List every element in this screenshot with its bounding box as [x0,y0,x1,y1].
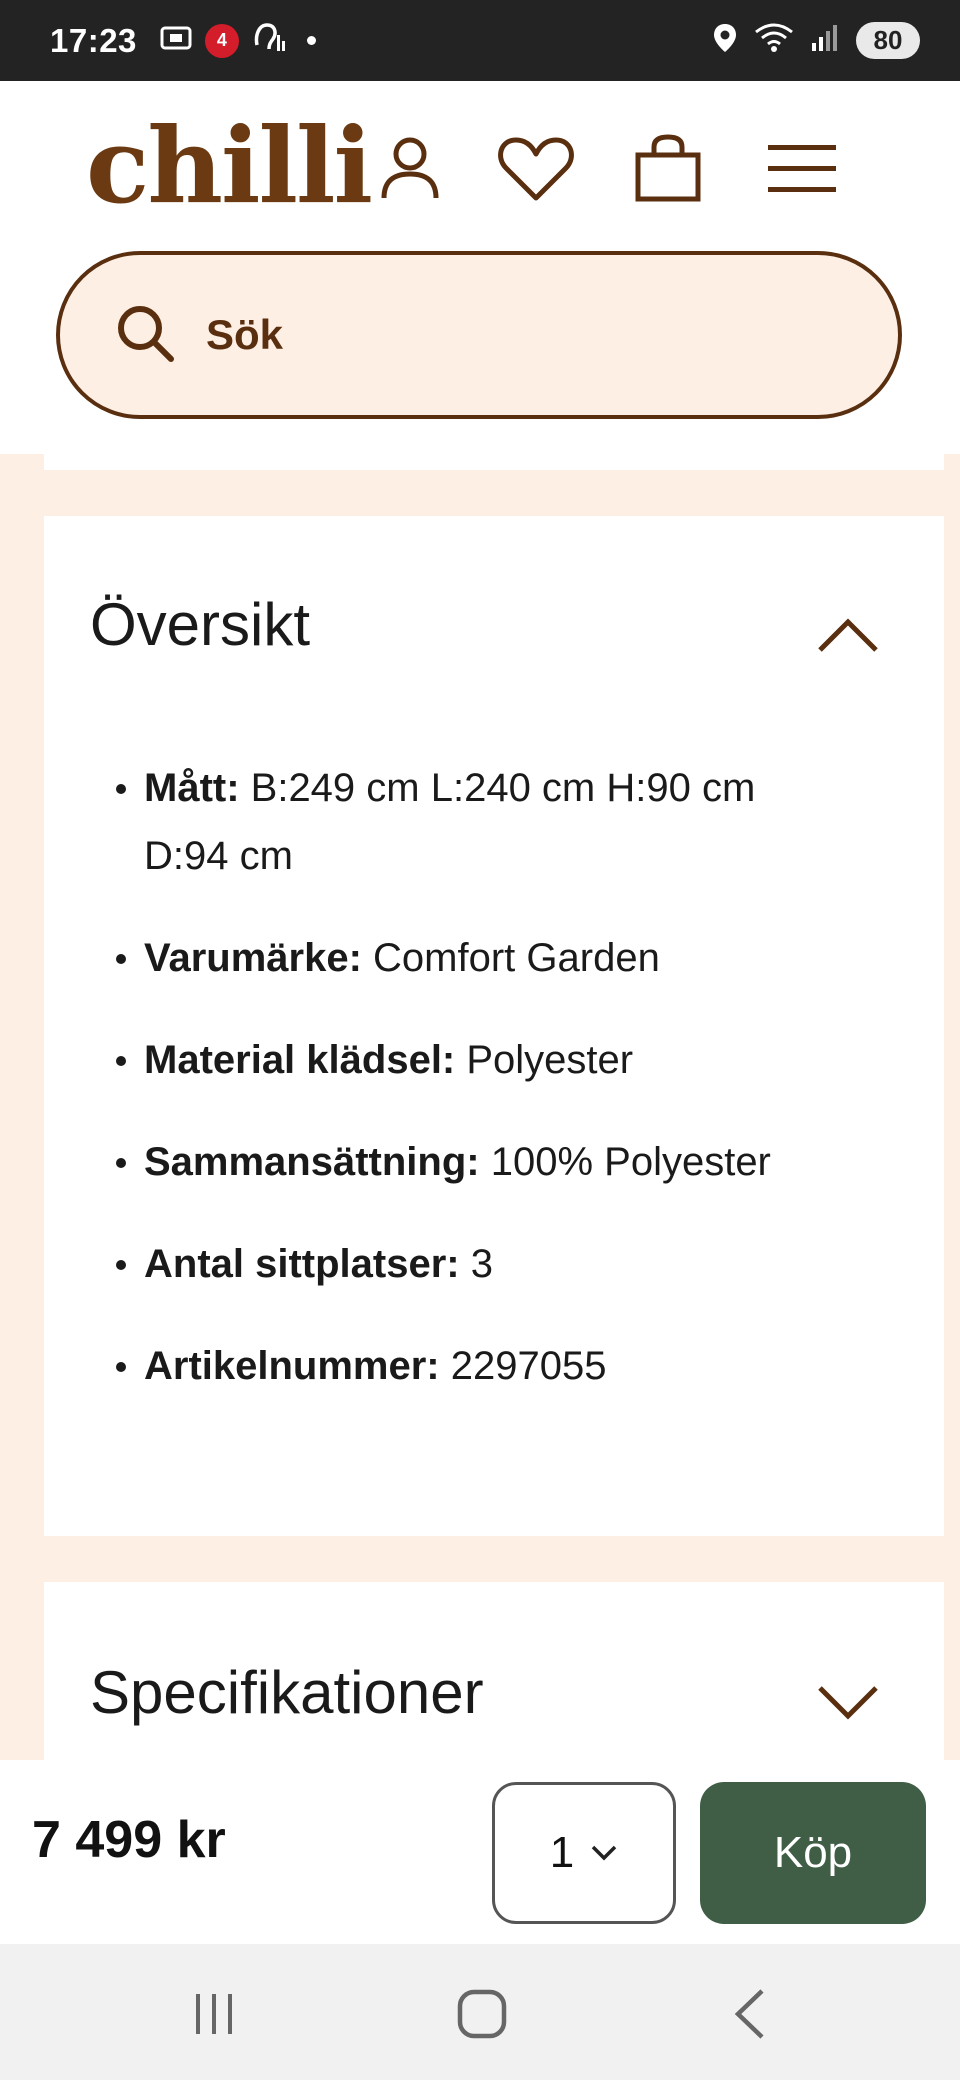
chevron-down-icon [591,1845,617,1861]
screenshot-icon [159,23,193,58]
list-item: Varumärke: Comfort Garden [116,924,836,992]
account-icon[interactable] [370,129,450,209]
spec-value: Polyester [455,1038,634,1082]
status-bar: 17:23 4 80 [0,0,960,81]
spec-value: 100% Polyester [479,1140,771,1184]
system-nav-bar [0,1944,960,2080]
spec-value: Comfort Garden [361,936,660,980]
search-placeholder: Sök [206,311,284,358]
list-item: Material klädsel: Polyester [116,1026,836,1094]
chevron-up-icon[interactable] [816,614,880,654]
overview-section: Översikt Mått: B:249 cm L:240 cm H:90 cm… [44,516,944,1536]
list-item: Antal sittplatser: 3 [116,1230,836,1298]
quantity-select[interactable]: 1 [492,1782,676,1924]
previous-card-edge [44,454,944,470]
overview-list: Mått: B:249 cm L:240 cm H:90 cm D:94 cm … [116,754,836,1434]
list-item: Sammansättning: 100% Polyester [116,1128,836,1196]
hearing-icon [251,21,287,60]
status-left-icons: 4 [159,21,316,60]
back-icon[interactable] [720,1984,780,2044]
spec-key: Antal sittplatser: [144,1242,460,1286]
menu-icon[interactable] [762,129,842,209]
product-price: 7 499 kr [32,1811,226,1869]
battery-indicator: 80 [856,22,920,59]
list-item: Artikelnummer: 2297055 [116,1332,836,1400]
list-item: Mått: B:249 cm L:240 cm H:90 cm D:94 cm [116,754,836,890]
spec-key: Varumärke: [144,936,362,980]
notification-badge: 4 [204,23,239,58]
notification-dot [306,36,316,45]
specifications-title[interactable]: Specifikationer [90,1658,484,1727]
heart-icon[interactable] [496,129,576,209]
search-input[interactable]: Sök [56,251,902,419]
location-icon [712,22,738,59]
spec-key: Mått: [144,766,240,810]
spec-key: Artikelnummer: [144,1344,440,1388]
specifications-section[interactable]: Specifikationer [44,1582,944,1762]
chilli-logo[interactable]: chilli [86,111,373,221]
chevron-down-icon[interactable] [816,1684,880,1724]
wifi-icon [754,22,794,59]
signal-icon [810,23,840,58]
recents-icon[interactable] [184,1984,244,2044]
site-header: chilli Sök [0,81,960,454]
spec-key: Material klädsel: [144,1038,456,1082]
quantity-value: 1 [549,1828,575,1877]
spec-value: 2297055 [439,1344,607,1388]
overview-title[interactable]: Översikt [90,590,310,659]
status-right-icons: 80 [712,22,920,59]
search-icon [114,302,176,369]
spec-value: 3 [459,1242,493,1286]
status-time: 17:23 [50,21,137,59]
buy-button[interactable]: Köp [700,1782,926,1924]
spec-key: Sammansättning: [144,1140,480,1184]
home-icon[interactable] [452,1984,512,2044]
bag-icon[interactable] [628,129,708,209]
buy-bar: 7 499 kr 1 Köp [0,1760,960,1944]
